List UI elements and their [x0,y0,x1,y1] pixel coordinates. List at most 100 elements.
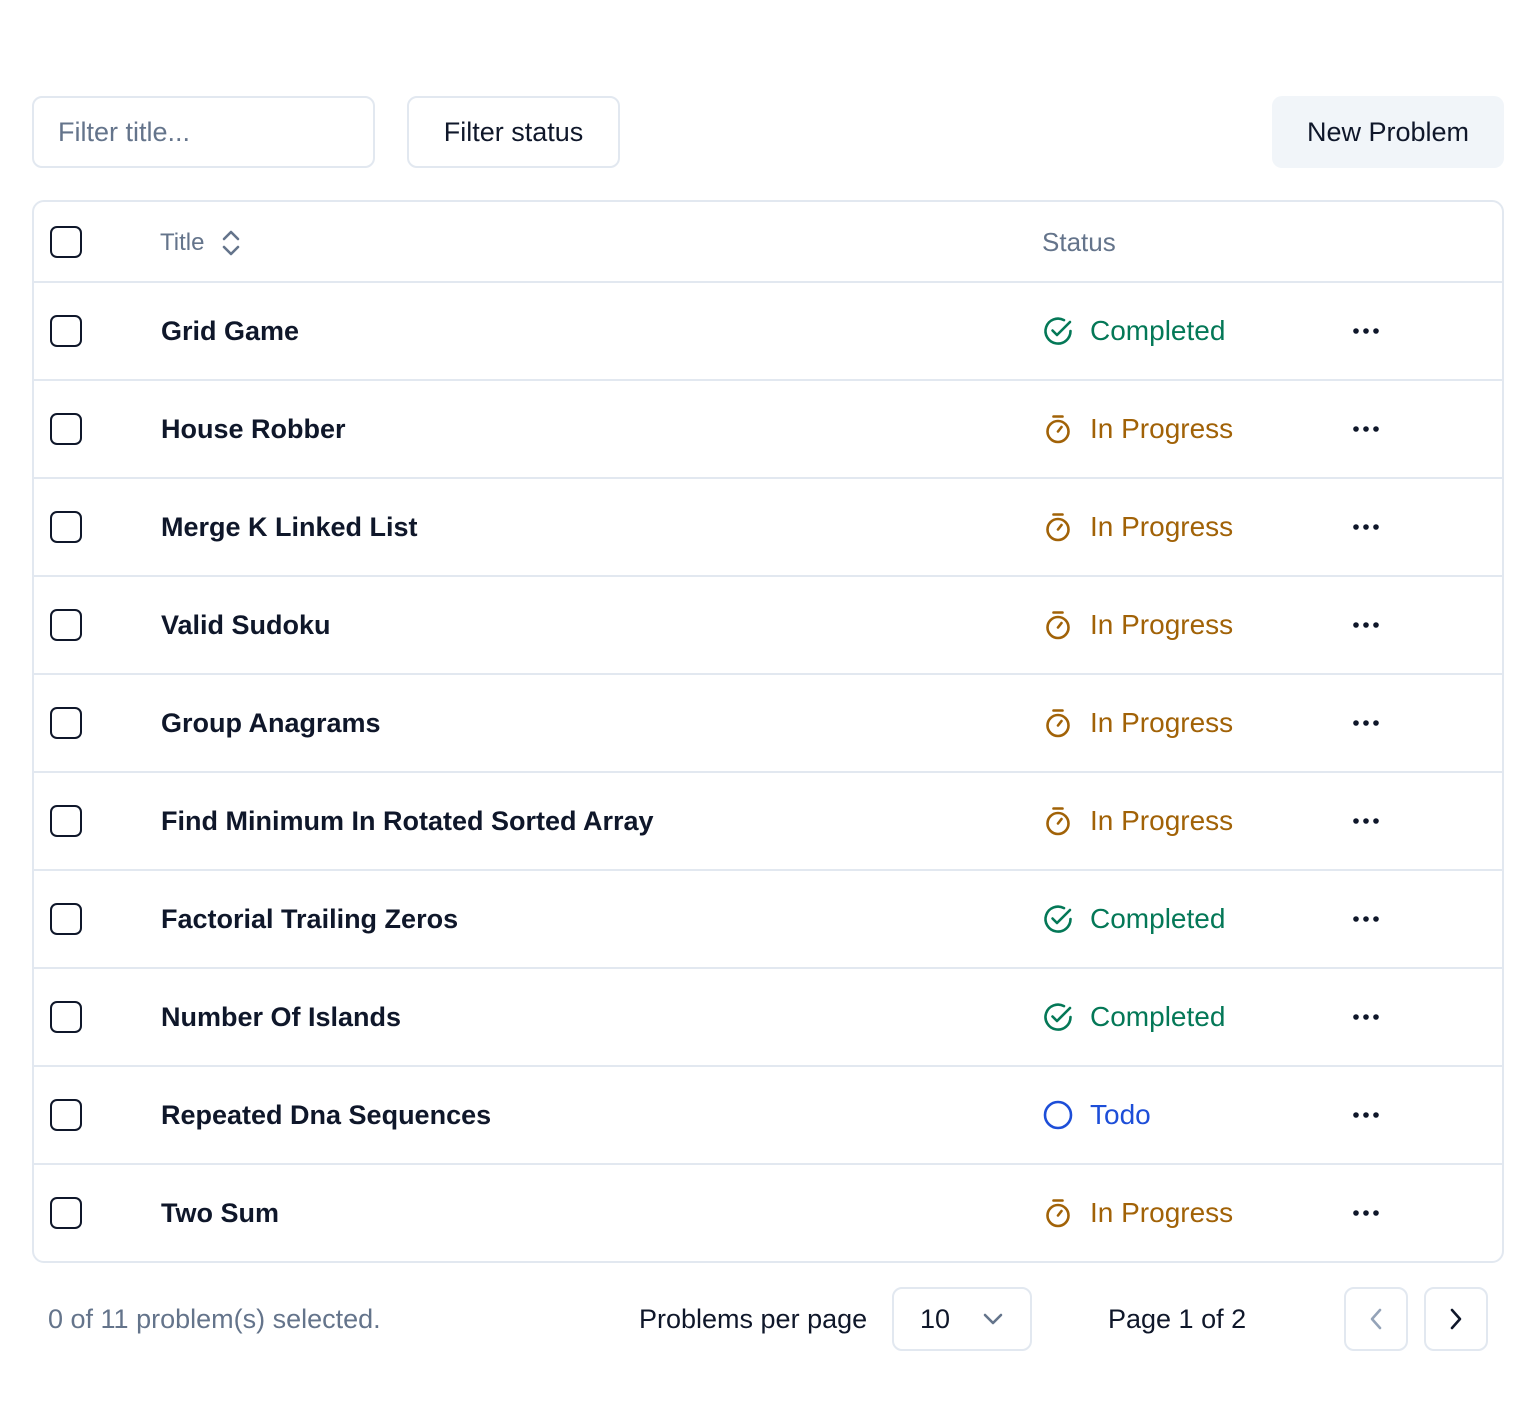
row-checkbox[interactable] [50,511,82,543]
status-label: In Progress [1090,609,1234,640]
title-column-header[interactable]: Title [160,202,242,283]
status-label: Completed [1090,315,1226,346]
problem-title: Find Minimum In Rotated Sorted Array [161,805,654,836]
stopwatch-icon [1042,1197,1074,1229]
circle-icon [1042,1099,1074,1131]
status-badge: In Progress [1042,381,1233,477]
page-indicator: Page 1 of 2 [1108,1303,1247,1334]
stopwatch-icon [1042,511,1074,543]
problem-title: Grid Game [161,315,300,346]
status-badge: In Progress [1042,773,1233,869]
table-row[interactable]: Merge K Linked List In Progress [34,479,1502,577]
stopwatch-icon [1042,609,1074,641]
status-badge: In Progress [1042,577,1233,673]
table-row[interactable]: House Robber In Progress [34,381,1502,479]
table-header: Title Status [34,202,1502,283]
more-horizontal-icon [1353,1210,1379,1216]
problem-title: House Robber [161,413,346,444]
table-row[interactable]: Two Sum In Progress [34,1165,1502,1261]
row-checkbox[interactable] [50,1197,82,1229]
row-actions-button[interactable] [1344,703,1388,743]
table-row[interactable]: Factorial Trailing Zeros Completed [34,871,1502,969]
row-checkbox[interactable] [50,903,82,935]
more-horizontal-icon [1353,818,1379,824]
chevron-right-icon [1450,1308,1462,1330]
more-horizontal-icon [1353,1014,1379,1020]
previous-page-button[interactable] [1344,1287,1408,1351]
row-actions-button[interactable] [1344,409,1388,449]
next-page-button[interactable] [1424,1287,1488,1351]
sort-icon [223,230,240,255]
status-badge: In Progress [1042,479,1233,575]
more-horizontal-icon [1353,524,1379,530]
status-badge: Completed [1042,871,1225,967]
status-column-header: Status [1042,227,1116,257]
table-row[interactable]: Find Minimum In Rotated Sorted Array In P… [34,773,1502,871]
per-page-value: 10 [920,1303,951,1334]
per-page-select[interactable]: 10 [892,1287,1032,1351]
row-actions-button[interactable] [1344,311,1388,351]
new-problem-button[interactable]: New Problem [1272,96,1504,168]
check-circle-icon [1042,1001,1074,1033]
row-checkbox[interactable] [50,413,82,445]
status-label: Completed [1090,903,1226,934]
status-badge: Completed [1042,283,1225,379]
stopwatch-icon [1042,413,1074,445]
row-checkbox[interactable] [50,707,82,739]
more-horizontal-icon [1353,328,1379,334]
row-actions-button[interactable] [1344,899,1388,939]
row-actions-button[interactable] [1344,1193,1388,1233]
table-footer: 0 of 11 problem(s) selected. Problems pe… [32,1287,1504,1351]
stopwatch-icon [1042,707,1074,739]
more-horizontal-icon [1353,916,1379,922]
row-actions-button[interactable] [1344,801,1388,841]
toolbar: Filter status New Problem [32,96,1504,168]
selected-count: 0 of 11 problem(s) selected. [48,1303,381,1334]
row-actions-button[interactable] [1344,605,1388,645]
problem-title: Number Of Islands [161,1001,402,1032]
table-row[interactable]: Grid Game Completed [34,283,1502,381]
row-checkbox[interactable] [50,315,82,347]
table-row[interactable]: Group Anagrams In Progress [34,675,1502,773]
row-actions-button[interactable] [1344,507,1388,547]
more-horizontal-icon [1353,720,1379,726]
status-badge: In Progress [1042,675,1233,771]
table-row[interactable]: Repeated Dna Sequences Todo [34,1067,1502,1165]
row-checkbox[interactable] [50,1001,82,1033]
chevron-down-icon [983,1313,1003,1325]
stopwatch-icon [1042,805,1074,837]
status-label: In Progress [1090,511,1234,542]
status-label: In Progress [1090,805,1234,836]
row-checkbox[interactable] [50,1099,82,1131]
filter-title-input[interactable] [32,96,375,168]
status-label: Completed [1090,1001,1226,1032]
check-circle-icon [1042,903,1074,935]
problem-title: Group Anagrams [161,707,381,738]
check-circle-icon [1042,315,1074,347]
table-body: Grid Game Completed House Robber In Progres… [34,283,1502,1261]
row-actions-button[interactable] [1344,997,1388,1037]
problem-title: Repeated Dna Sequences [161,1099,492,1130]
status-label: In Progress [1090,1197,1234,1228]
row-actions-button[interactable] [1344,1095,1388,1135]
more-horizontal-icon [1353,1112,1379,1118]
filter-status-button[interactable]: Filter status [407,96,620,168]
chevron-left-icon [1370,1308,1382,1330]
problem-title: Valid Sudoku [161,609,331,640]
title-column-label: Title [160,228,205,256]
status-badge: Todo [1042,1067,1151,1163]
per-page-label: Problems per page [639,1303,868,1334]
table-row[interactable]: Number Of Islands Completed [34,969,1502,1067]
row-checkbox[interactable] [50,609,82,641]
more-horizontal-icon [1353,622,1379,628]
status-label: In Progress [1090,413,1234,444]
status-label: Todo [1090,1099,1151,1130]
select-all-checkbox[interactable] [50,226,82,258]
status-badge: In Progress [1042,1165,1233,1261]
status-label: In Progress [1090,707,1234,738]
table-row[interactable]: Valid Sudoku In Progress [34,577,1502,675]
row-checkbox[interactable] [50,805,82,837]
problem-title: Factorial Trailing Zeros [161,903,459,934]
problem-title: Merge K Linked List [161,511,418,542]
problem-title: Two Sum [161,1197,279,1228]
